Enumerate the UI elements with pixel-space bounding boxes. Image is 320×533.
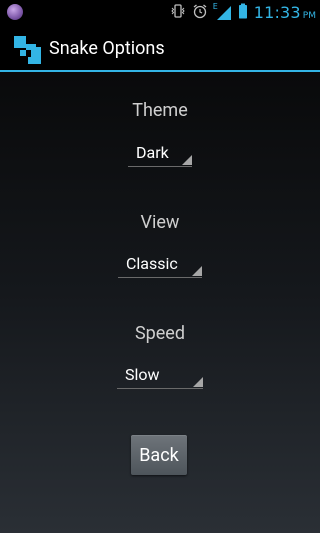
speed-spinner[interactable]: Slow xyxy=(117,364,203,389)
snake-app-icon xyxy=(13,35,43,65)
dropdown-arrow-icon xyxy=(192,266,202,276)
view-label: View xyxy=(140,212,180,233)
ampm: PM xyxy=(302,11,316,21)
speed-label: Speed xyxy=(134,323,186,344)
theme-label: Theme xyxy=(132,100,188,121)
clock: 11:33 PM xyxy=(254,3,316,22)
dropdown-arrow-icon xyxy=(182,155,192,165)
alarm-icon xyxy=(192,3,208,23)
theme-spinner[interactable]: Dark xyxy=(128,142,192,167)
status-bar: E 11:33 PM xyxy=(0,0,320,25)
dropdown-arrow-icon xyxy=(193,377,203,387)
battery-icon xyxy=(238,3,248,23)
time: 11:33 xyxy=(253,3,301,22)
action-bar: Snake Options xyxy=(0,25,320,72)
options-content: Theme Dark View Classic Speed Slow Back xyxy=(0,72,320,533)
view-spinner[interactable]: Classic xyxy=(118,253,202,278)
vibrate-icon xyxy=(170,3,186,23)
page-title: Snake Options xyxy=(49,38,165,59)
signal-icon: E xyxy=(213,2,232,21)
status-icons: E 11:33 PM xyxy=(170,0,316,25)
speed-value: Slow xyxy=(125,365,160,384)
theme-value: Dark xyxy=(136,143,169,162)
purple-orb-icon xyxy=(7,4,23,20)
back-button[interactable]: Back xyxy=(131,435,187,475)
view-value: Classic xyxy=(126,254,178,273)
